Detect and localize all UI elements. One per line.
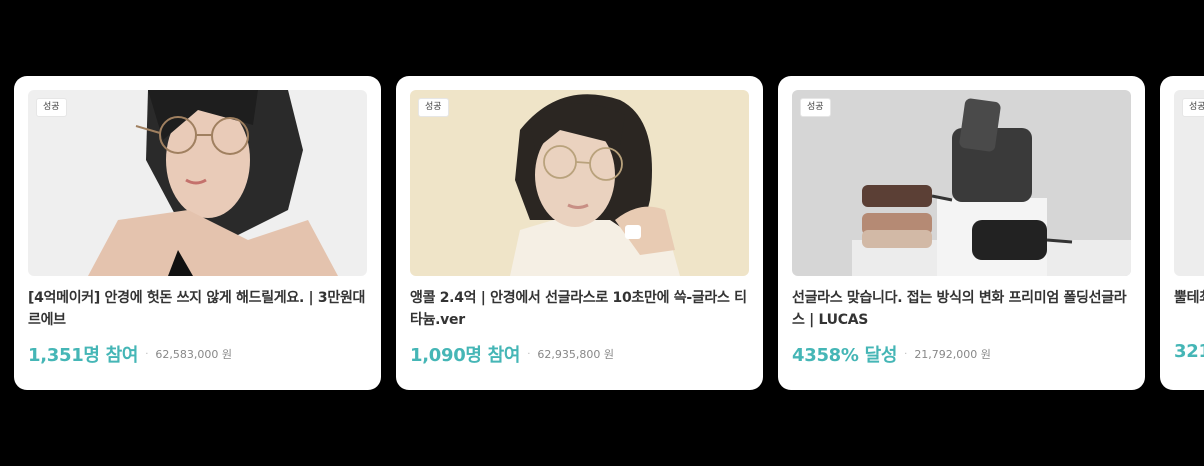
project-thumbnail[interactable]: 성공 [28,90,367,276]
project-title[interactable]: 앵콜 2.4억 | 안경에서 선글라스로 10초만에 쓱-글라스 티타늄.ver [410,287,749,331]
project-thumbnail[interactable]: 성공 [792,90,1131,276]
project-card-lereve[interactable]: 성공 [4억메이커] 안경에 헛돈 쓰지 않게 해드릴게요. | 3만원대 르에… [14,76,381,390]
achievement-rate: 4358% 달성 [792,345,898,366]
funding-amount: 21,792,000 원 [914,348,991,361]
status-badge: 성공 [1182,98,1204,117]
project-stats: 321 [1174,341,1204,362]
project-stats: 1,090명 참여 · 62,935,800 원 [410,341,749,367]
project-card-titanium-glasses[interactable]: 성공 앵콜 2.4억 | 안경에서 선글라스로 10초만에 쓱-글라스 티타늄.… [396,76,763,390]
project-title[interactable]: 뿔테최고봉 컬러 DENI [1174,287,1204,331]
status-badge: 성공 [36,98,67,117]
status-badge: 성공 [418,98,449,117]
status-badge: 성공 [800,98,831,117]
funding-carousel: 성공 [4억메이커] 안경에 헛돈 쓰지 않게 해드릴게요. | 3만원대 르에… [0,0,1204,466]
separator-dot: · [527,348,531,360]
project-thumbnail[interactable]: 성공 [410,90,749,276]
project-title[interactable]: [4억메이커] 안경에 헛돈 쓰지 않게 해드릴게요. | 3만원대 르에브 [28,287,367,331]
folding-sunglasses-photo [792,90,1131,276]
funding-amount: 62,935,800 원 [537,348,614,361]
participation-count: 1,351명 참여 [28,345,139,366]
participation-count: 321 [1174,341,1204,362]
project-title[interactable]: 선글라스 맞습니다. 접는 방식의 변화 프리미엄 폴딩선글라스 | LUCAS [792,287,1131,331]
funding-amount: 62,583,000 원 [155,348,232,361]
glasses-product-photo [1174,90,1204,276]
man-glasses-photo [410,90,749,276]
project-stats: 4358% 달성 · 21,792,000 원 [792,341,1131,367]
participation-count: 1,090명 참여 [410,345,521,366]
project-card-deni-frames[interactable]: 성공 뿔테최고봉 컬러 DENI 321 [1160,76,1204,390]
project-thumbnail[interactable]: 성공 [1174,90,1204,276]
project-stats: 1,351명 참여 · 62,583,000 원 [28,341,367,367]
woman-glasses-photo [28,90,367,276]
separator-dot: · [904,348,908,360]
separator-dot: · [145,348,149,360]
project-card-lucas-sunglasses[interactable]: 성공 선글라스 맞습니다. 접는 방식의 변화 프리미엄 폴딩선글라스 | LU… [778,76,1145,390]
